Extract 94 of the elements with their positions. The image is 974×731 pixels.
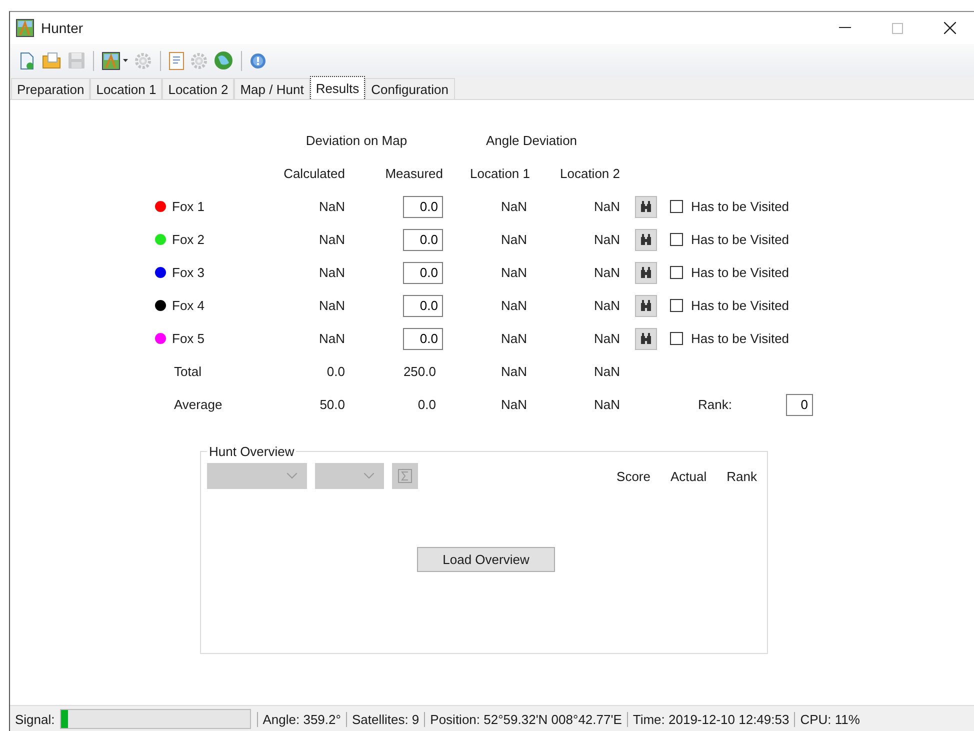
checkbox[interactable] xyxy=(670,233,683,246)
binoculars-icon xyxy=(640,201,652,212)
binoculars-button[interactable] xyxy=(635,228,657,250)
checkbox[interactable] xyxy=(670,332,683,345)
checkbox-label: Has to be Visited xyxy=(691,232,790,247)
input-field[interactable]: 0.0 xyxy=(403,228,443,250)
column-header: Actual xyxy=(670,468,707,484)
binoculars-button[interactable] xyxy=(635,328,657,350)
binoculars-button[interactable] xyxy=(635,196,657,218)
binoculars-button[interactable] xyxy=(635,294,657,316)
row-label: Fox 1 xyxy=(172,199,205,214)
tab[interactable]: Preparation xyxy=(11,78,90,99)
load-overview-button[interactable]: Load Overview xyxy=(417,547,555,572)
table-cell-text: NaN xyxy=(500,265,528,280)
map-icon[interactable] xyxy=(102,52,120,70)
help-icon[interactable] xyxy=(250,52,266,68)
column-header: Rank xyxy=(726,468,757,484)
checkbox-label: Has to be Visited xyxy=(691,199,790,214)
chevron-down-icon xyxy=(364,473,374,479)
rank-label: Rank: xyxy=(698,397,732,412)
table-cell-text: 0.0 xyxy=(326,364,345,379)
tab[interactable]: Map / Hunt xyxy=(234,78,310,99)
status-item: Time: 2019-12-10 12:49:53 xyxy=(626,712,794,726)
table-cell-text: NaN xyxy=(592,298,620,313)
checkbox[interactable] xyxy=(670,266,683,279)
binoculars-button[interactable] xyxy=(635,262,657,284)
status-item: Position: 52°59.32'N 008°42.77'E xyxy=(424,712,627,726)
status-label: Signal: xyxy=(14,712,56,726)
rank-field[interactable]: 0 xyxy=(786,394,813,416)
tab[interactable]: Results xyxy=(310,76,366,99)
column-header: Calculated xyxy=(282,166,345,181)
row-label: Total xyxy=(174,364,202,379)
table-cell-text: NaN xyxy=(318,265,345,280)
table-cell-text: NaN xyxy=(592,331,620,346)
open-folder-icon[interactable] xyxy=(42,52,62,70)
table-cell-text: NaN xyxy=(318,232,345,247)
table-cell-text: 50.0 xyxy=(318,397,345,412)
table-cell: 0.0 xyxy=(418,397,436,412)
column-header: Measured xyxy=(384,166,443,181)
globe-icon[interactable] xyxy=(214,51,233,70)
table-cell-text: NaN xyxy=(592,364,620,379)
input-field[interactable]: 0.0 xyxy=(403,196,443,218)
row-label: Fox 5 xyxy=(172,331,205,346)
group-header: Angle Deviation xyxy=(484,133,578,148)
table-cell-text: NaN xyxy=(500,364,528,379)
table-cell: 250.0 xyxy=(403,364,436,379)
table-cell-text: NaN xyxy=(500,331,528,346)
table-cell-text: NaN xyxy=(592,265,620,280)
table-cell-text: NaN xyxy=(500,298,528,313)
group-header: Deviation on Map xyxy=(304,133,408,148)
status-item: Angle: 359.2° xyxy=(256,712,346,726)
sigma-icon xyxy=(398,469,412,483)
column-header: Location 1 xyxy=(469,166,530,181)
row-label: Fox 2 xyxy=(172,232,205,247)
binoculars-icon xyxy=(640,300,652,311)
column-header: Location 2 xyxy=(559,166,620,181)
tab[interactable]: Location 2 xyxy=(162,78,234,99)
checkbox-label: Has to be Visited xyxy=(691,298,790,313)
status-item: Satellites: 9 xyxy=(346,712,424,726)
checkbox-label: Has to be Visited xyxy=(691,331,790,346)
minimize-icon[interactable] xyxy=(839,27,851,29)
panel-title: Hunt Overview xyxy=(208,444,296,459)
checkbox-label: Has to be Visited xyxy=(691,265,790,280)
row-label: Average xyxy=(174,397,222,412)
table-cell-text: NaN xyxy=(592,199,620,214)
binoculars-icon xyxy=(640,333,652,344)
chevron-down-icon xyxy=(287,473,297,479)
row-label: Fox 4 xyxy=(172,298,205,313)
checkbox[interactable] xyxy=(670,200,683,213)
binoculars-icon xyxy=(640,234,652,245)
status-item: CPU: 11% xyxy=(794,712,865,726)
new-document-icon[interactable] xyxy=(18,52,36,70)
table-cell-text: NaN xyxy=(318,331,345,346)
table-cell-text: NaN xyxy=(592,232,620,247)
input-field[interactable]: 0.0 xyxy=(403,262,443,284)
input-field[interactable]: 0.0 xyxy=(403,328,443,350)
tab[interactable]: Location 1 xyxy=(90,78,162,99)
table-cell-text: NaN xyxy=(500,232,528,247)
binoculars-icon xyxy=(640,267,652,278)
map-icon xyxy=(16,19,34,37)
column-header: Score xyxy=(616,468,650,484)
close-icon[interactable] xyxy=(944,22,956,34)
table-cell-text: NaN xyxy=(500,397,528,412)
table-cell-text: NaN xyxy=(592,397,620,412)
row-label: Fox 3 xyxy=(172,265,205,280)
table-cell-text: NaN xyxy=(500,199,528,214)
tab[interactable]: Configuration xyxy=(365,78,454,99)
checkbox[interactable] xyxy=(670,299,683,312)
table-cell-text: NaN xyxy=(318,298,345,313)
table-cell-text: NaN xyxy=(318,199,345,214)
input-field[interactable]: 0.0 xyxy=(403,294,443,316)
window-title: Hunter xyxy=(41,20,84,36)
notebook-icon[interactable] xyxy=(169,52,184,70)
caret-icon[interactable] xyxy=(123,59,128,62)
